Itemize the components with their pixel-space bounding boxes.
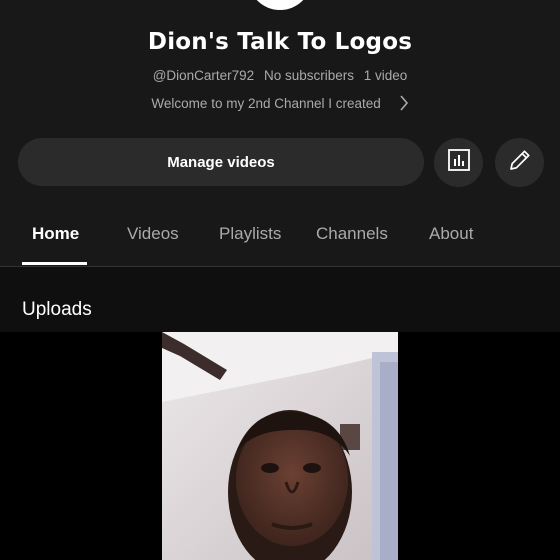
video-count: 1 video	[363, 68, 408, 83]
subscriber-count: No subscribers	[263, 68, 354, 83]
channel-title: Dion's Talk To Logos	[147, 29, 413, 55]
manage-videos-button[interactable]: Manage videos	[18, 138, 424, 186]
tab-channels[interactable]: Channels	[316, 224, 388, 244]
analytics-button[interactable]	[434, 138, 483, 187]
channel-meta: @DionCarter792 No subscribers 1 video	[0, 68, 560, 83]
chevron-right-icon	[399, 95, 409, 114]
pencil-icon	[507, 147, 533, 178]
channel-avatar[interactable]	[248, 0, 312, 10]
tab-videos[interactable]: Videos	[127, 224, 179, 244]
edit-channel-button[interactable]	[495, 138, 544, 187]
tab-playlists[interactable]: Playlists	[219, 224, 281, 244]
channel-description[interactable]: Welcome to my 2nd Channel I created	[0, 95, 560, 114]
channel-tabs: Home Videos Playlists Channels About	[0, 200, 560, 267]
tab-about[interactable]: About	[429, 224, 473, 244]
video-thumbnail[interactable]	[162, 332, 398, 560]
description-text: Welcome to my 2nd Channel I created	[151, 96, 381, 112]
bar-chart-icon	[447, 148, 471, 177]
uploads-heading: Uploads	[22, 299, 92, 320]
tab-home[interactable]: Home	[32, 224, 79, 244]
channel-header: Dion's Talk To Logos @DionCarter792 No s…	[0, 0, 560, 200]
active-tab-indicator	[22, 262, 87, 265]
channel-handle: @DionCarter792	[152, 68, 255, 83]
video-player[interactable]	[0, 332, 560, 560]
